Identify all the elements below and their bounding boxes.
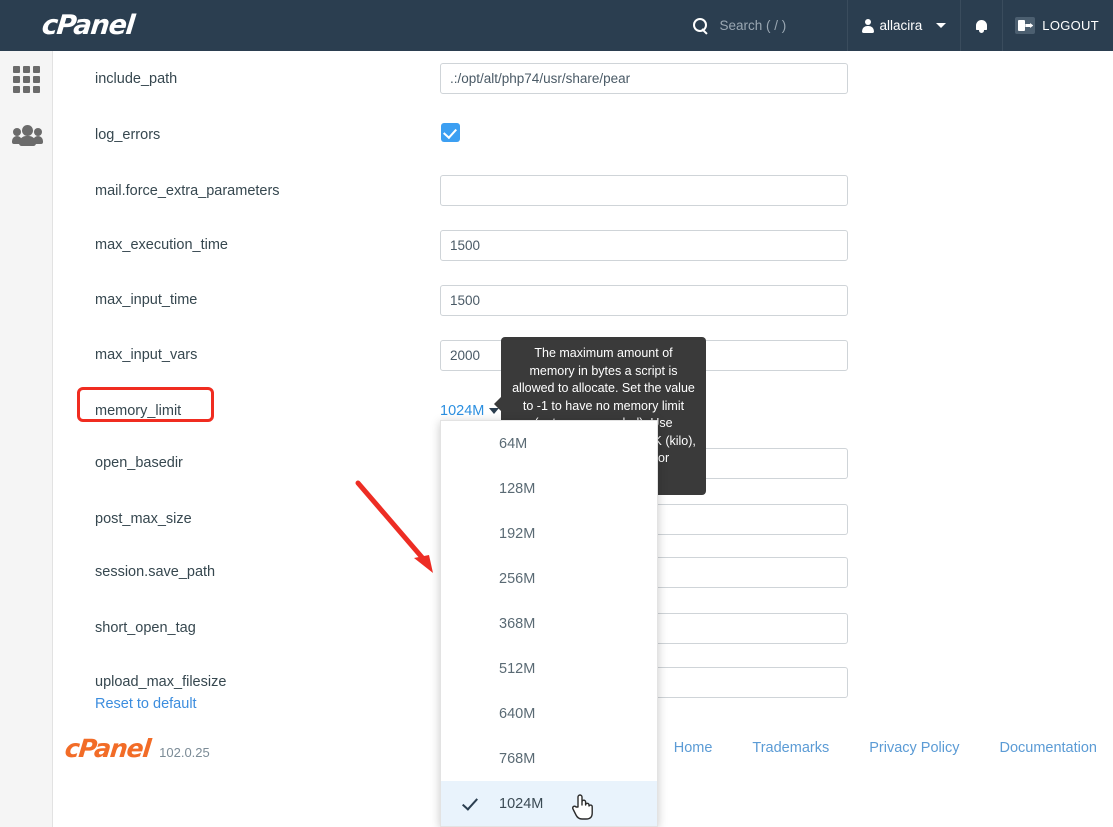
row-label-max-input-time: max_input_time	[95, 292, 198, 308]
cpanel-logo-text: cPanel	[40, 10, 136, 41]
bell-icon	[975, 19, 988, 33]
dropdown-option[interactable]: 256M	[441, 556, 657, 601]
footer-version: 102.0.25	[159, 744, 210, 760]
footer-logo-text: cPanel	[63, 733, 152, 763]
dropdown-option[interactable]: 368M	[441, 601, 657, 646]
footer-link-privacy-policy[interactable]: Privacy Policy	[869, 740, 959, 756]
user-name: allacira	[879, 18, 923, 33]
row-label-log-errors: log_errors	[95, 127, 161, 143]
footer-links: Home Trademarks Privacy Policy Documenta…	[674, 740, 1113, 756]
grid-apps-icon	[13, 65, 40, 93]
logout-icon	[1015, 17, 1036, 34]
include-path-input[interactable]	[440, 63, 848, 94]
dropdown-option-label: 1024M	[499, 795, 544, 812]
row-label-upload-max-filesize: upload_max_filesize	[95, 674, 227, 690]
footer-link-documentation[interactable]: Documentation	[999, 740, 1097, 756]
user-menu[interactable]: allacira	[846, 0, 961, 51]
row-label-short-open-tag: short_open_tag	[95, 620, 196, 636]
sidebar-item-apps[interactable]	[0, 51, 53, 107]
dropdown-option-label: 192M	[499, 525, 536, 542]
dropdown-option-selected[interactable]: 1024M	[441, 781, 657, 826]
log-errors-checkbox[interactable]	[441, 123, 460, 142]
left-sidebar	[0, 51, 53, 827]
footer-logo[interactable]: cPanel 102.0.25	[53, 733, 210, 763]
annotation-arrow	[355, 480, 433, 573]
row-label-post-max-size: post_max_size	[95, 511, 192, 527]
notifications-button[interactable]	[960, 0, 1002, 51]
logout-button[interactable]: LOGOUT	[1002, 0, 1113, 51]
row-label-include-path: include_path	[95, 71, 178, 87]
max-execution-time-input[interactable]	[440, 230, 848, 261]
footer-link-home[interactable]: Home	[674, 740, 713, 756]
users-icon	[11, 125, 43, 146]
search-input[interactable]	[719, 18, 830, 33]
mail-force-extra-parameters-input[interactable]	[440, 175, 848, 206]
dropdown-option-label: 368M	[499, 615, 536, 632]
row-label-memory-limit: memory_limit	[95, 403, 182, 419]
cpanel-logo[interactable]: cPanel	[0, 0, 188, 51]
footer-link-trademarks[interactable]: Trademarks	[752, 740, 829, 756]
reset-to-default-link[interactable]: Reset to default	[95, 696, 197, 712]
dropdown-option[interactable]: 640M	[441, 691, 657, 736]
logout-label: LOGOUT	[1042, 18, 1099, 33]
dropdown-option-label: 640M	[499, 705, 536, 722]
dropdown-option-label: 512M	[499, 660, 536, 677]
row-label-open-basedir: open_basedir	[95, 455, 183, 471]
user-icon	[861, 18, 874, 33]
sidebar-item-users[interactable]	[0, 107, 53, 163]
table-row: log_errors	[53, 107, 1113, 143]
top-header: cPanel allacira LOGOUT	[0, 0, 1113, 51]
dropdown-option-label: 768M	[499, 750, 536, 767]
chevron-down-icon	[936, 23, 947, 28]
header-right-group: allacira LOGOUT	[679, 0, 1113, 51]
dropdown-option[interactable]: 192M	[441, 511, 657, 556]
dropdown-option[interactable]: 128M	[441, 466, 657, 511]
dropdown-option-label: 64M	[499, 435, 528, 452]
dropdown-option[interactable]: 64M	[441, 421, 657, 466]
row-label-max-execution-time: max_execution_time	[95, 237, 228, 253]
memory-limit-select[interactable]: 1024M	[440, 403, 500, 419]
row-label-session-save-path: session.save_path	[95, 564, 216, 580]
row-label-max-input-vars: max_input_vars	[95, 347, 198, 363]
memory-limit-value: 1024M	[440, 403, 485, 419]
search-box[interactable]	[679, 0, 847, 51]
dropdown-option[interactable]: 768M	[441, 736, 657, 781]
search-icon	[692, 18, 708, 33]
dropdown-option-label: 128M	[499, 480, 536, 497]
mouse-cursor-pointer	[572, 794, 593, 820]
dropdown-option-label: 256M	[499, 570, 536, 587]
dropdown-option[interactable]: 512M	[441, 646, 657, 691]
memory-limit-dropdown[interactable]: 64M 128M 192M 256M 368M 512M 640M 768M 1…	[440, 420, 658, 827]
row-label-mail-force-extra-parameters: mail.force_extra_parameters	[95, 183, 280, 199]
max-input-time-input[interactable]	[440, 285, 848, 316]
